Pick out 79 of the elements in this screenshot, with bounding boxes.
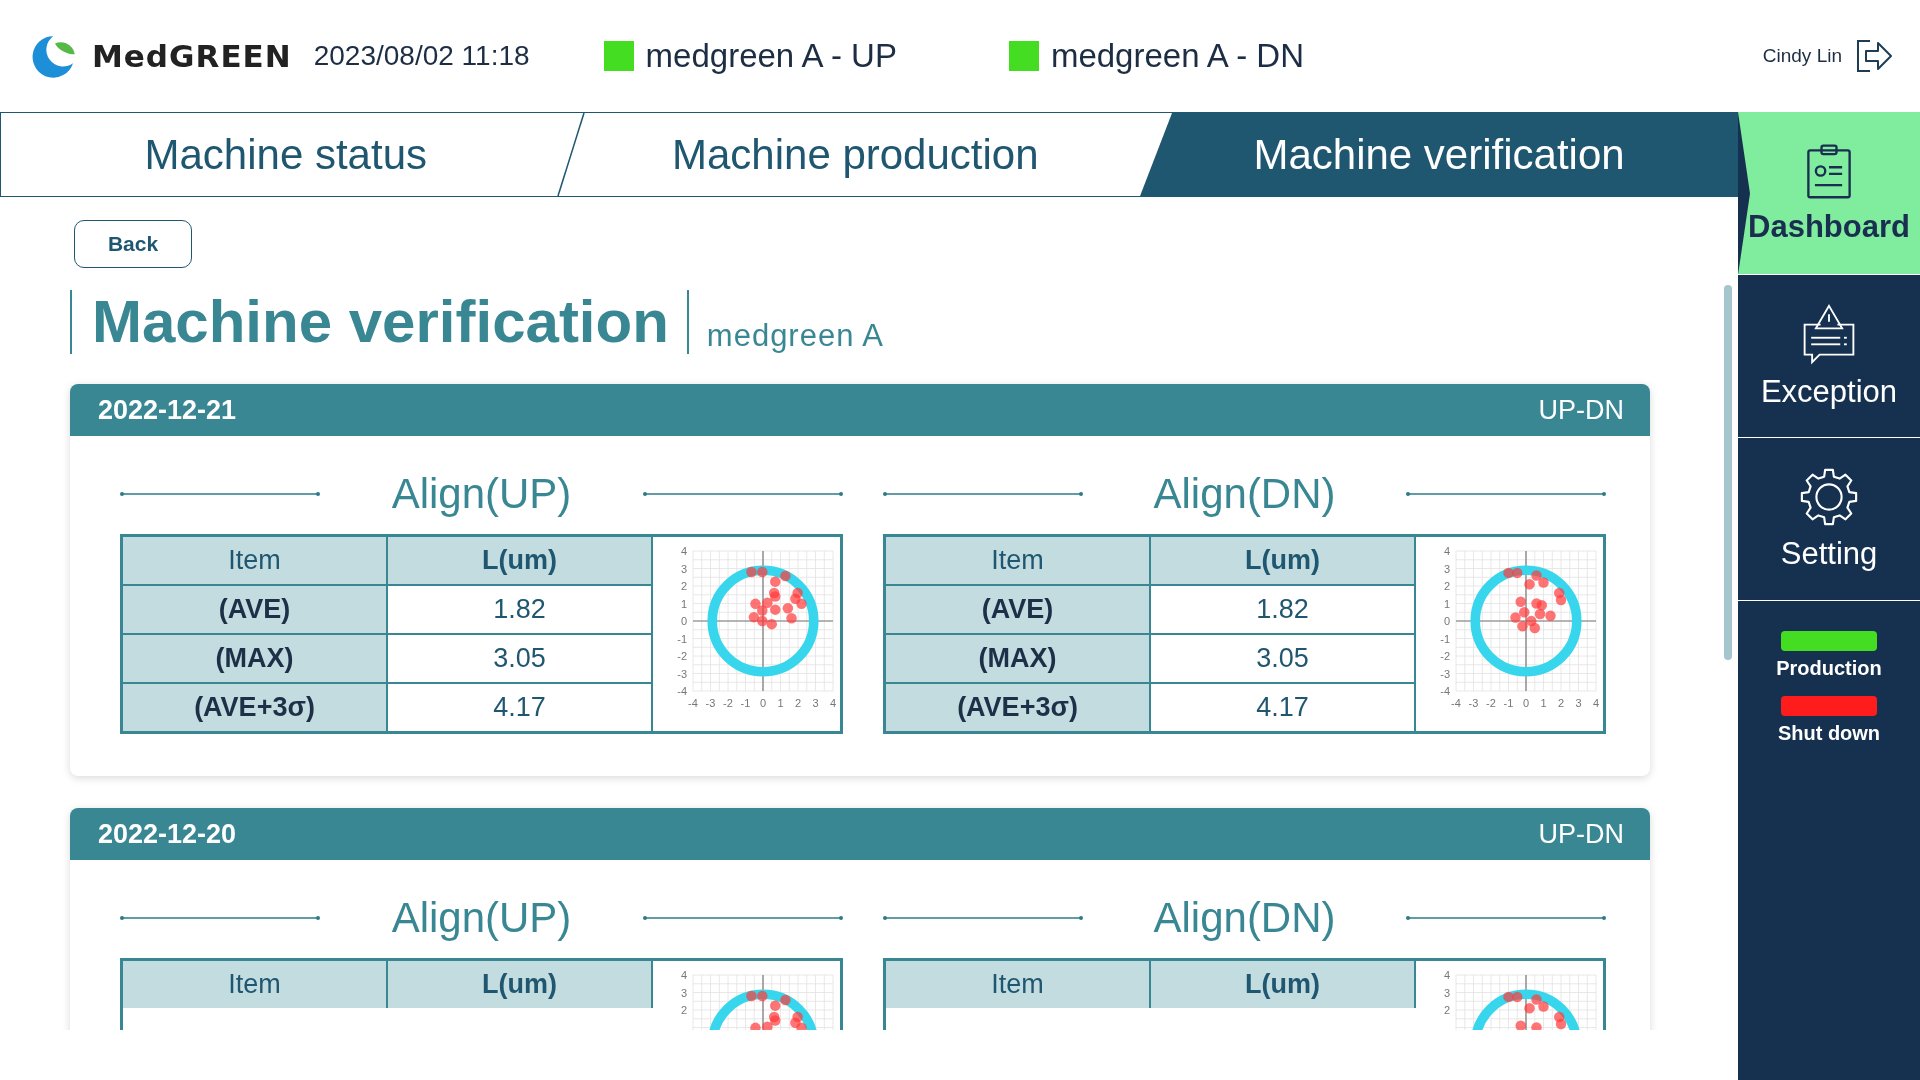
table-cell: (AVE+3σ) bbox=[123, 684, 388, 731]
tick-label: 4 bbox=[1592, 697, 1600, 709]
column-header: L(um) bbox=[1151, 537, 1416, 584]
tick-label: 2 bbox=[1443, 580, 1450, 592]
tick-label: 1 bbox=[680, 597, 687, 610]
tick-label: 4 bbox=[1443, 545, 1450, 557]
tick-label: 0 bbox=[759, 697, 767, 709]
section-title: Align(UP) bbox=[391, 894, 572, 942]
tick-label: -1 bbox=[740, 697, 751, 709]
table-cell: (AVE) bbox=[123, 586, 388, 633]
record-date: 2022-12-21 bbox=[98, 394, 237, 426]
tick-label: -1 bbox=[677, 632, 687, 645]
page-title: Machine verification bbox=[92, 290, 689, 354]
column-header: L(um) bbox=[388, 961, 653, 1008]
section-title: Align(DN) bbox=[1153, 894, 1336, 942]
tick-label: 2 bbox=[794, 697, 802, 709]
tick-label: -3 bbox=[705, 697, 716, 709]
tick-label: -4 bbox=[677, 685, 687, 697]
tick-label: -4 bbox=[1451, 697, 1461, 709]
tick-label: -3 bbox=[677, 667, 687, 680]
table-cell: 1.82 bbox=[1151, 586, 1416, 633]
machine-status-label: medgreen A - UP bbox=[645, 37, 897, 75]
tick-label: 1 bbox=[1443, 597, 1450, 610]
legend-label: Shut down bbox=[1777, 722, 1881, 745]
tick-label: 3 bbox=[1443, 986, 1450, 999]
tick-label: 2 bbox=[1443, 1004, 1450, 1016]
tick-label: 4 bbox=[680, 545, 687, 557]
tick-label: -2 bbox=[723, 697, 733, 709]
table-cell: 4.17 bbox=[388, 684, 653, 731]
tick-label: -2 bbox=[677, 650, 687, 662]
tick-label: 2 bbox=[680, 1004, 687, 1016]
tick-label: 2 bbox=[680, 580, 687, 592]
record-tag: UP-DN bbox=[1538, 818, 1624, 850]
tick-label: 0 bbox=[680, 615, 687, 627]
legend-label: Production bbox=[1776, 657, 1882, 680]
tick-label: 3 bbox=[1443, 562, 1450, 575]
tick-label: 3 bbox=[812, 697, 819, 709]
page-subtitle: medgreen A bbox=[706, 318, 884, 354]
tick-label: -3 bbox=[1440, 667, 1450, 680]
tick-label: 3 bbox=[1575, 697, 1582, 709]
column-header: Item bbox=[886, 537, 1151, 584]
table-cell: (MAX) bbox=[123, 635, 388, 682]
tick-label: -3 bbox=[1468, 697, 1479, 709]
table-cell: 3.05 bbox=[1151, 635, 1416, 682]
tick-label: 2 bbox=[1557, 697, 1565, 709]
tick-label: 3 bbox=[680, 986, 687, 999]
tick-label: 0 bbox=[1443, 615, 1450, 627]
table-cell: (AVE+3σ) bbox=[886, 684, 1151, 731]
column-header: L(um) bbox=[1151, 961, 1416, 1008]
tick-label: 4 bbox=[1443, 969, 1450, 981]
table-cell: 1.82 bbox=[388, 586, 653, 633]
tick-label: -1 bbox=[1503, 697, 1514, 709]
section-title: Align(DN) bbox=[1153, 470, 1336, 518]
tick-label: -4 bbox=[688, 697, 698, 709]
tick-label: 0 bbox=[1522, 697, 1530, 709]
tick-label: -2 bbox=[1440, 650, 1450, 662]
section-title: Align(UP) bbox=[391, 470, 572, 518]
column-header: Item bbox=[123, 961, 388, 1008]
tick-label: 3 bbox=[680, 562, 687, 575]
tick-label: 1 bbox=[777, 697, 784, 709]
tick-label: 4 bbox=[680, 969, 687, 981]
column-header: Item bbox=[123, 537, 388, 584]
tick-label: -1 bbox=[1440, 632, 1450, 645]
user-name: Cindy Lin bbox=[1762, 45, 1842, 67]
tick-label: -2 bbox=[1486, 697, 1496, 709]
record-date: 2022-12-20 bbox=[98, 818, 237, 850]
table-cell: 3.05 bbox=[388, 635, 653, 682]
tick-label: 4 bbox=[829, 697, 837, 709]
machine-status-label: medgreen A - DN bbox=[1050, 37, 1305, 75]
record-tag: UP-DN bbox=[1538, 394, 1624, 426]
table-cell: 4.17 bbox=[1151, 684, 1416, 731]
tick-label: -4 bbox=[1440, 685, 1450, 697]
table-cell: (AVE) bbox=[886, 586, 1151, 633]
date-time: 2023/08/02 11:18 bbox=[313, 40, 530, 72]
tick-label: 1 bbox=[1540, 697, 1547, 709]
column-header: L(um) bbox=[388, 537, 653, 584]
brand-name: MedGREEN bbox=[92, 38, 292, 74]
column-header: Item bbox=[886, 961, 1151, 1008]
table-cell: (MAX) bbox=[886, 635, 1151, 682]
